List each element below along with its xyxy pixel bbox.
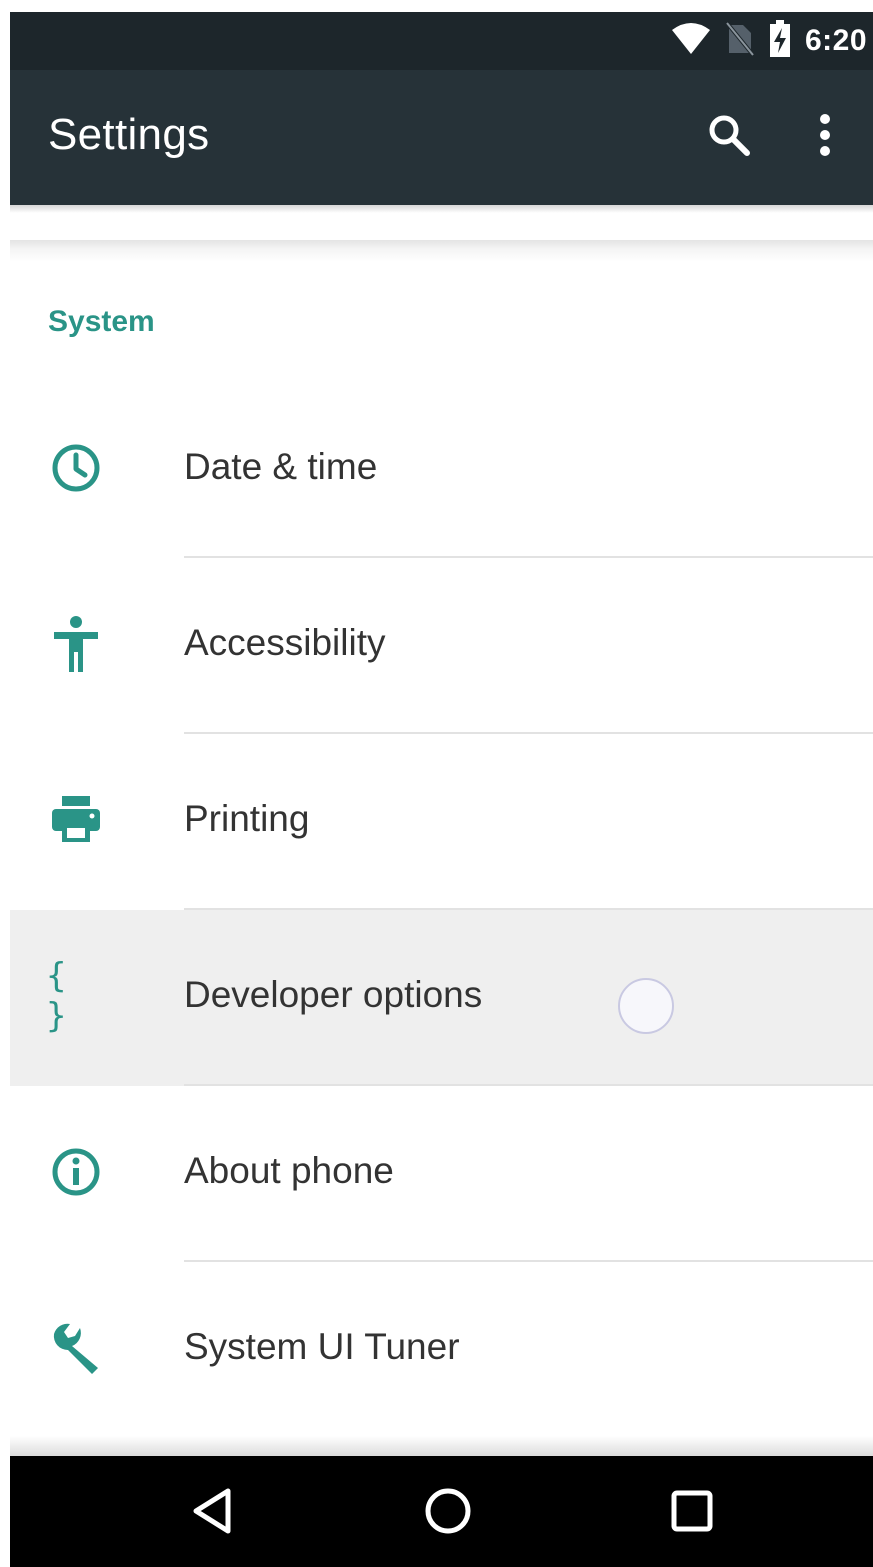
more-vert-icon [819,113,831,162]
search-button[interactable] [681,90,777,186]
list-item-label: System UI Tuner [184,1326,460,1367]
touch-ripple [618,978,674,1034]
back-icon [190,1487,234,1540]
status-bar: 6:20 [10,12,873,70]
settings-screen: 6:20 Settings System Date & time Accessi… [0,0,873,1567]
back-button[interactable] [182,1483,242,1543]
battery-charging-icon [769,19,791,63]
list-item-date-time[interactable]: Date & time [10,382,873,558]
search-icon [707,113,751,162]
recents-icon [670,1489,714,1538]
list-item-label: Accessibility [184,622,386,663]
list-item-label: Printing [184,798,310,839]
list-item-label: About phone [184,1150,394,1191]
list-bottom-shadow [10,1436,873,1456]
list-item-printing[interactable]: Printing [10,734,873,910]
app-bar: Settings [10,70,873,205]
code-braces-icon: { } [46,956,106,1036]
print-icon [46,790,106,850]
list-item-label: Date & time [184,446,378,487]
status-time: 6:20 [804,24,867,57]
info-icon [46,1142,106,1202]
recents-button[interactable] [662,1483,722,1543]
settings-list: Date & time Accessibility Printing {} D… [10,382,873,1438]
list-item-developer-options[interactable]: { } Developer options [10,910,873,1086]
section-header-system: System [48,305,155,338]
wrench-icon [46,1318,106,1378]
page-title: Settings [48,110,210,159]
navigation-bar [10,1456,873,1567]
screen-edge [0,0,10,1567]
list-item-system-ui-tuner[interactable]: System UI Tuner [10,1262,873,1438]
clock-icon [46,438,106,498]
wifi-icon [671,22,711,61]
no-sim-icon [725,21,755,62]
list-item-label: Developer options [184,974,483,1015]
section-divider [10,240,873,262]
app-bar-shadow [10,205,873,213]
home-icon [423,1486,473,1541]
list-item-accessibility[interactable]: Accessibility [10,558,873,734]
home-button[interactable] [418,1483,478,1543]
status-icons: 6:20 [671,19,867,63]
code-braces-glyph: { } [46,956,67,1036]
list-item-about-phone[interactable]: About phone [10,1086,873,1262]
accessibility-icon [46,614,106,674]
app-bar-actions [681,70,873,205]
more-options-button[interactable] [777,90,873,186]
